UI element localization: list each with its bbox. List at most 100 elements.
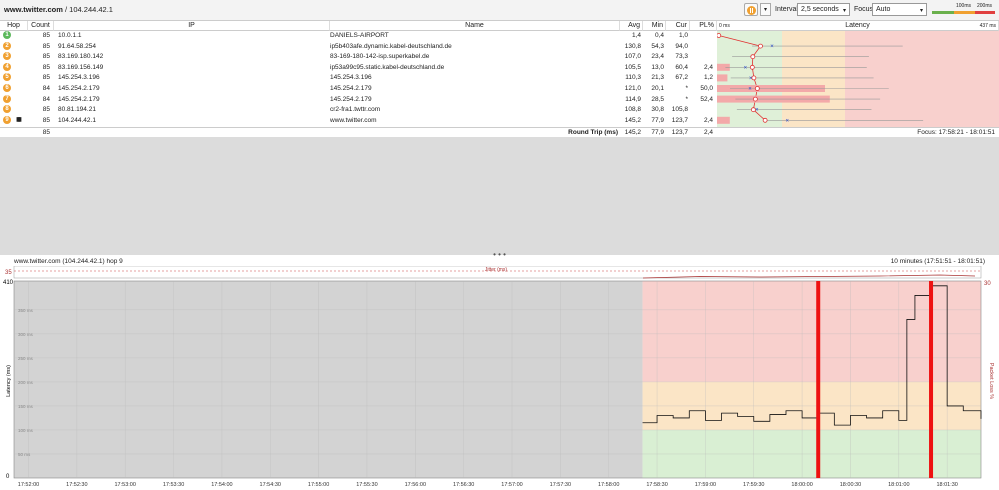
y2-axis-label: Packet Loss %	[988, 363, 994, 399]
min-marker: ×	[748, 87, 752, 93]
hop-ip: 10.0.1.1	[58, 32, 82, 39]
legend-200ms: 200ms	[977, 3, 993, 9]
table-row[interactable]: 3 85 83.169.180.142 83-169-180-142-isp.supe…	[0, 52, 717, 61]
pause-button[interactable]	[744, 3, 758, 16]
chevron-down-icon: ▾	[919, 8, 923, 14]
hop-pl: 1,2	[703, 74, 713, 82]
rt-focus: Focus: 17:58:21 - 18:01:51	[917, 129, 995, 136]
hop-count: 85	[42, 106, 50, 114]
col-count[interactable]: Count	[28, 21, 54, 31]
table-row[interactable]: 8 85 80.81.194.21 cr2-fra1.twttr.com 108,8 30…	[0, 105, 717, 114]
hop-avg: 108,8	[624, 106, 641, 114]
rt-avg: 145,2	[624, 129, 641, 136]
avg-marker	[752, 96, 758, 102]
hop-number-badge: 5	[3, 73, 11, 82]
rt-cur: 123,7	[671, 129, 688, 136]
hop-avg: 107,0	[624, 53, 641, 61]
table-row[interactable]: 6 84 145.254.2.179 145.254.2.179 121,0 20,1 * 5…	[0, 84, 717, 93]
hop-pl	[690, 31, 713, 40]
pause-dropdown-button[interactable]: ▾	[760, 3, 771, 16]
col-cur[interactable]: Cur	[666, 21, 690, 31]
table-row[interactable]: 7 84 145.254.2.179 145.254.2.179 114,9 28,5 * 5…	[0, 94, 717, 104]
hop-count: 85	[42, 74, 50, 82]
y2-axis-top: 30	[984, 281, 991, 287]
hop-cur: 60,4	[675, 63, 688, 71]
col-avg[interactable]: Avg	[620, 21, 643, 31]
hop-pl: 52,4	[700, 95, 713, 103]
breadcrumb-ip[interactable]: 104.244.42.1	[69, 5, 113, 14]
avg-marker	[750, 107, 756, 113]
hop-count: 85	[42, 42, 50, 50]
x-tick-label: 17:54:00	[211, 482, 232, 488]
focus-label: Focus	[854, 6, 874, 13]
breadcrumb-host[interactable]: www.twitter.com	[4, 5, 63, 14]
packet-loss-bar	[717, 116, 730, 124]
hop-min: 20,1	[651, 85, 664, 92]
col-min[interactable]: Min	[643, 21, 666, 31]
hop-ip: 145.254.2.179	[58, 95, 100, 103]
hop-ip: 83.169.156.149	[58, 63, 104, 71]
hop-cur: 123,7	[671, 116, 688, 124]
col-hop[interactable]: Hop	[0, 21, 28, 31]
focus-value: Auto	[876, 6, 891, 13]
col-ip[interactable]: IP	[54, 21, 330, 31]
graph-title: www.twitter.com (104.244.42.1) hop 9	[14, 258, 123, 265]
hop-avg: 130,8	[624, 42, 641, 50]
hop-ip: 104.244.42.1	[58, 116, 96, 124]
avg-marker	[751, 75, 757, 81]
min-marker: ×	[744, 65, 748, 71]
latency-graph: Jitter (ms) 35 350 ms 300 ms 250 ms 200 ms 150…	[3, 266, 994, 488]
hop-pl	[690, 52, 713, 61]
hop-min: 0,4	[654, 32, 664, 39]
x-tick-label: 17:57:30	[550, 482, 571, 488]
hop-pl	[690, 105, 713, 114]
hop-number-badge: 8	[3, 105, 11, 114]
hop-ip: 145.254.3.196	[58, 74, 100, 82]
col-pl[interactable]: PL%	[690, 21, 717, 31]
hop-cur: 1,0	[678, 32, 688, 39]
col-name[interactable]: Name	[330, 21, 620, 31]
legend-100ms: 100ms	[956, 3, 972, 9]
table-row[interactable]: 4 85 83.169.156.149 ip53a99c95.static.kabel…	[0, 62, 717, 72]
interval-value: 2,5 seconds	[801, 6, 839, 13]
graph-icon[interactable]: ▮▮▮	[16, 116, 24, 125]
hop-ip: 80.81.194.21	[58, 106, 96, 114]
min-marker: ×	[786, 118, 790, 124]
table-row[interactable]: 5 85 145.254.3.196 145.254.3.196 110,3 21,3 67…	[0, 73, 717, 82]
table-row[interactable]: 9 ▮▮▮ 85 104.244.42.1 www.twitter.com 145,2 77…	[0, 115, 717, 125]
rt-label: Round Trip (ms)	[568, 129, 618, 136]
packet-loss-marker	[929, 281, 934, 478]
hop-name: 145.254.3.196	[330, 74, 372, 82]
y-axis-bottom: 0	[6, 474, 10, 480]
toolbar: www.twitter.com / 104.244.42.1 ▾ Interva…	[0, 0, 999, 21]
table-row[interactable]: 2 85 91.64.58.254 ip5b403afe.dynamic.kabel-…	[0, 41, 717, 51]
hop-name: DANIELS-AIRPORT	[330, 32, 389, 39]
col-latency[interactable]: 0 ms Latency 437 ms	[717, 21, 999, 31]
hop-pl: 2,4	[703, 63, 713, 71]
table-row[interactable]: 1 85 10.0.1.1 DANIELS-AIRPORT 1,4 0,4 1,0	[0, 31, 717, 40]
focus-select[interactable]: Auto ▾	[872, 3, 927, 16]
x-tick-label: 17:52:00	[18, 482, 39, 488]
graph-header: www.twitter.com (104.244.42.1) hop 9 10 …	[0, 258, 999, 266]
x-tick-label: 17:58:00	[598, 482, 619, 488]
x-tick-label: 17:53:00	[114, 482, 135, 488]
latency-plot: ××××××××	[717, 33, 924, 124]
hop-min: 30,8	[651, 106, 664, 114]
hop-count: 85	[42, 63, 50, 71]
interval-select[interactable]: 2,5 seconds ▾	[797, 3, 850, 16]
y-axis-top: 410	[3, 280, 14, 286]
hop-ip: 83.169.180.142	[58, 53, 104, 61]
hop-name: cr2-fra1.twttr.com	[330, 106, 381, 114]
x-tick-label: 17:54:30	[260, 482, 281, 488]
empty-area	[0, 137, 999, 255]
y-tick-label: 300 ms	[18, 332, 34, 337]
hop-number-badge: 9	[3, 115, 11, 124]
latency-max-label: 437 ms	[979, 23, 996, 29]
hop-avg: 105,5	[624, 63, 641, 71]
hop-count: 85	[42, 53, 50, 61]
unfocused-region	[14, 281, 643, 478]
x-tick-label: 17:56:00	[405, 482, 426, 488]
y-tick-label: 200 ms	[18, 380, 34, 385]
hop-number-badge: 7	[3, 94, 11, 103]
jitter-max-label: 35	[5, 270, 12, 276]
